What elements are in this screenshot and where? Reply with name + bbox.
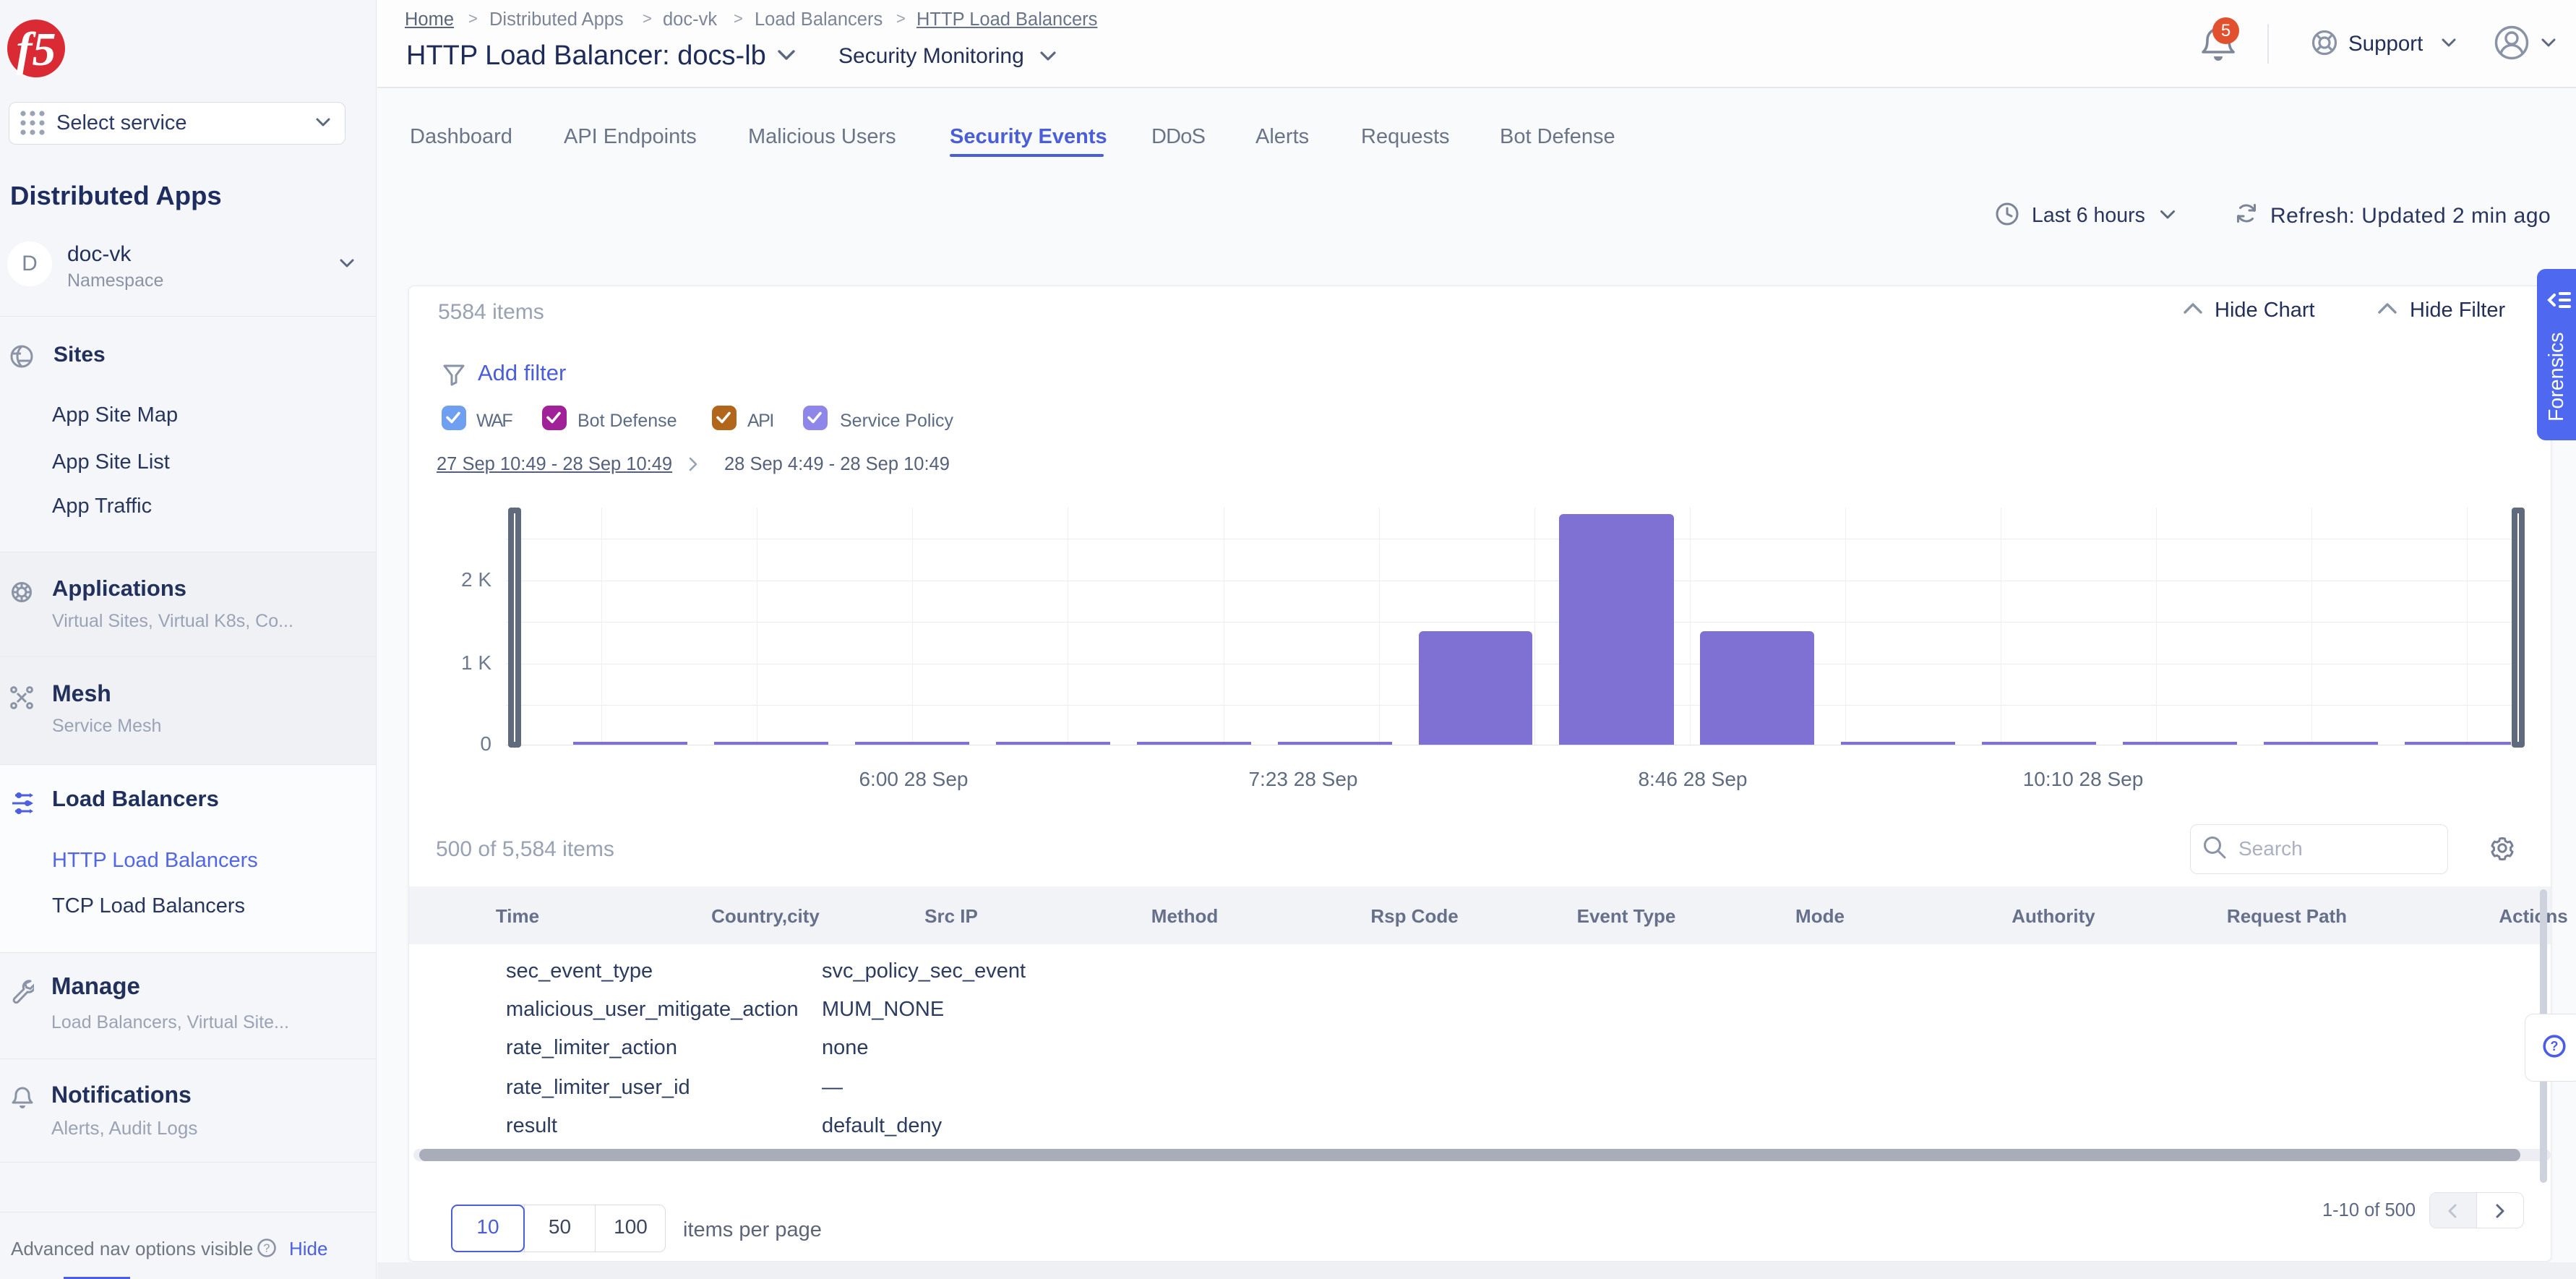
svg-text:f5: f5 xyxy=(17,23,56,76)
svg-text:?: ? xyxy=(264,1243,270,1255)
svg-text:?: ? xyxy=(2551,1039,2559,1053)
